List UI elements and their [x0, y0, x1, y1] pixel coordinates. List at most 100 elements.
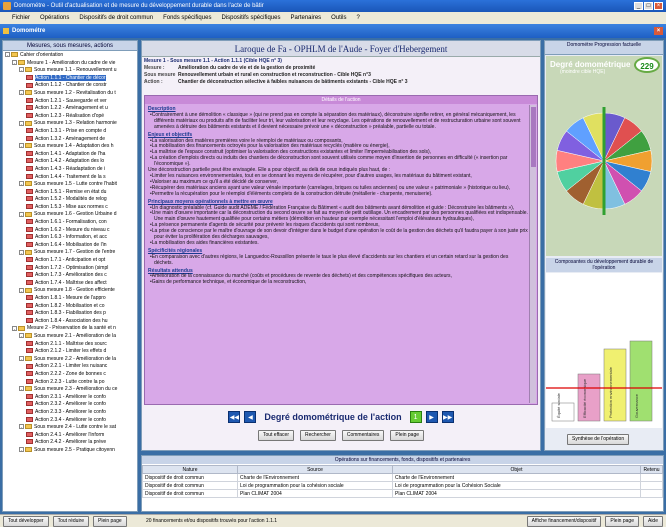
tree-item[interactable]: - Sous mesure 1.8 - Gestion efficiente [3, 287, 137, 295]
status-right-button-1[interactable]: Plein page [605, 516, 639, 527]
menu-item-3[interactable]: Fonds spécifiques [163, 12, 211, 24]
tree-item[interactable]: Action 1.6.2 - Mesure du niveau c [3, 227, 137, 235]
tree-item[interactable]: Action 2.1.2 - Limiter les effets d [3, 348, 137, 356]
tree-item[interactable]: - Sous mesure 1.4 - Adaptation des h [3, 143, 137, 151]
table-header[interactable]: Retenu [640, 465, 663, 474]
table-header[interactable]: Objet [392, 465, 641, 474]
table-header[interactable]: Nature [142, 465, 238, 474]
tree-item[interactable]: Action 1.2.3 - Réalisation d'opé [3, 113, 137, 121]
next-button[interactable]: ▶ [425, 411, 438, 423]
inner-close-button[interactable]: × [654, 27, 663, 35]
expand-toggle-icon[interactable]: - [19, 67, 24, 73]
table-row[interactable]: Dispositif de droit commun Loi de program… [142, 481, 663, 490]
tree-item[interactable]: Action 2.1.1 - Maîtrise des sourc [3, 341, 137, 349]
tree-item[interactable]: Action 1.5.3 - Mise aux normes c [3, 204, 137, 212]
status-right-button-2[interactable]: Aide [642, 516, 663, 527]
tree-item[interactable]: Action 1.6.1 - Formalisation, con [3, 219, 137, 227]
tree-item[interactable]: Action 1.4.1 - Adaptation de l'ha [3, 151, 137, 159]
tree-item[interactable]: - Sous mesure 1.3 - Relation harmonie [3, 120, 137, 128]
status-right-button-0[interactable]: Affiche financement/dispositif [526, 516, 602, 527]
center-button-1[interactable]: Rechercher [300, 430, 336, 441]
expand-toggle-icon[interactable]: - [19, 355, 24, 361]
tree-item[interactable]: Action 1.8.1 - Mesure de l'appro [3, 295, 137, 303]
table-header[interactable]: Source [237, 465, 393, 474]
tree-item[interactable]: Action 2.3.3 - Améliorer le confo [3, 409, 137, 417]
expand-toggle-icon[interactable]: - [19, 386, 24, 392]
tree-item[interactable]: Action 1.8.3 - Fiabilisation des p [3, 310, 137, 318]
detail-scrollbar[interactable] [529, 105, 536, 403]
center-button-2[interactable]: Commentaires [341, 430, 385, 441]
tree-item[interactable]: Action 1.6.4 - Mobilisation de l'in [3, 242, 137, 250]
menu-item-7[interactable]: ? [357, 12, 360, 24]
tree-item[interactable]: Action 1.3.2 - Aménagement de [3, 136, 137, 144]
synthese-button[interactable]: Synthèse de l'opération [567, 434, 630, 445]
tree-item[interactable]: - Sous mesure 2.4 - Lutte contre le sat [3, 424, 137, 432]
expand-toggle-icon[interactable]: - [19, 211, 24, 217]
menu-item-2[interactable]: Dispositifs de droit commun [79, 12, 153, 24]
menu-item-1[interactable]: Opérations [40, 12, 69, 24]
tree-item[interactable]: Action 2.3.4 - Améliorer le confo [3, 417, 137, 425]
expand-toggle-icon[interactable]: - [19, 447, 24, 453]
first-button[interactable]: ◀◀ [228, 411, 241, 423]
tree-item[interactable]: Action 2.2.2 - Zone de bonnes c [3, 371, 137, 379]
tree-item[interactable]: Action 2.3.2 - Améliorer le confo [3, 401, 137, 409]
menu-item-4[interactable]: Dispositifs spécifiques [221, 12, 280, 24]
tree-item[interactable]: - Sous mesure 1.5 - Lutte contre l'habit [3, 181, 137, 189]
tree-item[interactable]: Action 1.4.2 - Adaptation des lo [3, 158, 137, 166]
close-button[interactable]: × [654, 2, 663, 10]
tree-item[interactable]: Action 1.4.4 - Traitement de la s [3, 174, 137, 182]
tree-item[interactable]: - Sous mesure 2.3 - Amélioration du ce [3, 386, 137, 394]
tree-item[interactable]: Action 1.8.4 - Association des hu [3, 318, 137, 326]
menu-item-0[interactable]: Fichier [12, 12, 30, 24]
status-left-button-2[interactable]: Plein page [93, 516, 127, 527]
expand-toggle-icon[interactable]: - [19, 143, 24, 149]
expand-toggle-icon[interactable]: - [19, 333, 24, 339]
expand-toggle-icon[interactable]: - [5, 52, 10, 58]
expand-toggle-icon[interactable]: - [12, 325, 17, 331]
scroll-thumb[interactable] [531, 107, 536, 167]
tree-item[interactable]: Action 1.7.2 - Optimisation (simpl [3, 265, 137, 273]
center-button-0[interactable]: Tout effacer [257, 430, 295, 441]
tree-item[interactable]: Action 1.5.1 - Remise en état du [3, 189, 137, 197]
tree-item[interactable]: Action 2.2.1 - Limiter les nuisanc [3, 363, 137, 371]
expand-toggle-icon[interactable]: - [19, 120, 24, 126]
tree-item[interactable]: - Sous mesure 2.2 - Amélioration de la [3, 356, 137, 364]
menu-item-6[interactable]: Outils [331, 12, 346, 24]
maximize-button[interactable]: □ [644, 2, 653, 10]
table-row[interactable]: Dispositif de droit commun Charte de l'En… [142, 473, 663, 482]
tree-item[interactable]: Action 1.1.1 - Chantier de décor [3, 74, 137, 83]
tree-item[interactable]: - Sous mesure 1.1 - Renouvellement u [3, 67, 137, 75]
minimize-button[interactable]: _ [634, 2, 643, 10]
expand-toggle-icon[interactable]: - [19, 249, 24, 255]
center-button-3[interactable]: Plein page [390, 430, 425, 441]
status-left-button-1[interactable]: Tout réduire [52, 516, 89, 527]
tree-item[interactable]: Action 1.3.1 - Prise en compte d [3, 128, 137, 136]
tree-item[interactable]: Action 1.2.2 - Aménagement et u [3, 105, 137, 113]
tree-item[interactable]: - Sous mesure 1.6 - Gestion Urbaine d [3, 211, 137, 219]
tree-item[interactable]: Action 1.7.4 - Maîtrise des affect [3, 280, 137, 288]
tree-item[interactable]: Action 2.4.1 - Améliorer l'inform [3, 432, 137, 440]
expand-toggle-icon[interactable]: - [19, 181, 24, 187]
tree-item[interactable]: Action 2.4.2 - Améliorer la préve [3, 439, 137, 447]
tree-item[interactable]: Action 1.2.1 - Sauvegarde et ver [3, 98, 137, 106]
tree-item[interactable]: Action 1.6.3 - Information, et acc [3, 234, 137, 242]
tree-item[interactable]: - Cahier d'orientation [3, 52, 137, 60]
tree-item[interactable]: Action 2.2.3 - Lutte contre la po [3, 379, 137, 387]
tree-item[interactable]: - Sous mesure 2.5 - Pratique citoyenn [3, 447, 137, 455]
tree-item[interactable]: - Mesure 1 - Amélioration du cadre de vie [3, 60, 137, 68]
tree-item[interactable]: - Sous mesure 1.2 - Revitalisation du t [3, 90, 137, 98]
tree-item[interactable]: - Mesure 2 - Préservation de la santé et … [3, 325, 137, 333]
expand-toggle-icon[interactable]: - [19, 90, 24, 96]
tree-item[interactable]: Action 1.7.1 - Anticipation et opt [3, 257, 137, 265]
tree-item[interactable]: Action 1.1.2 - Chantier de constr [3, 82, 137, 90]
tree-item[interactable]: Action 1.5.2 - Modalités de relog [3, 196, 137, 204]
last-button[interactable]: ▶▶ [441, 411, 454, 423]
measures-tree[interactable]: - Cahier d'orientation - Mesure 1 - Amélior… [3, 52, 137, 512]
expand-toggle-icon[interactable]: - [12, 59, 17, 65]
prev-button[interactable]: ◀ [244, 411, 257, 423]
tree-item[interactable]: Action 1.4.3 - Réadaptation de i [3, 166, 137, 174]
tree-item[interactable]: Action 1.8.2 - Mobilisation et co [3, 303, 137, 311]
expand-toggle-icon[interactable]: - [19, 287, 24, 293]
tree-item[interactable]: - Sous mesure 2.1 - Amélioration de la [3, 333, 137, 341]
menu-item-5[interactable]: Partenaires [290, 12, 321, 24]
